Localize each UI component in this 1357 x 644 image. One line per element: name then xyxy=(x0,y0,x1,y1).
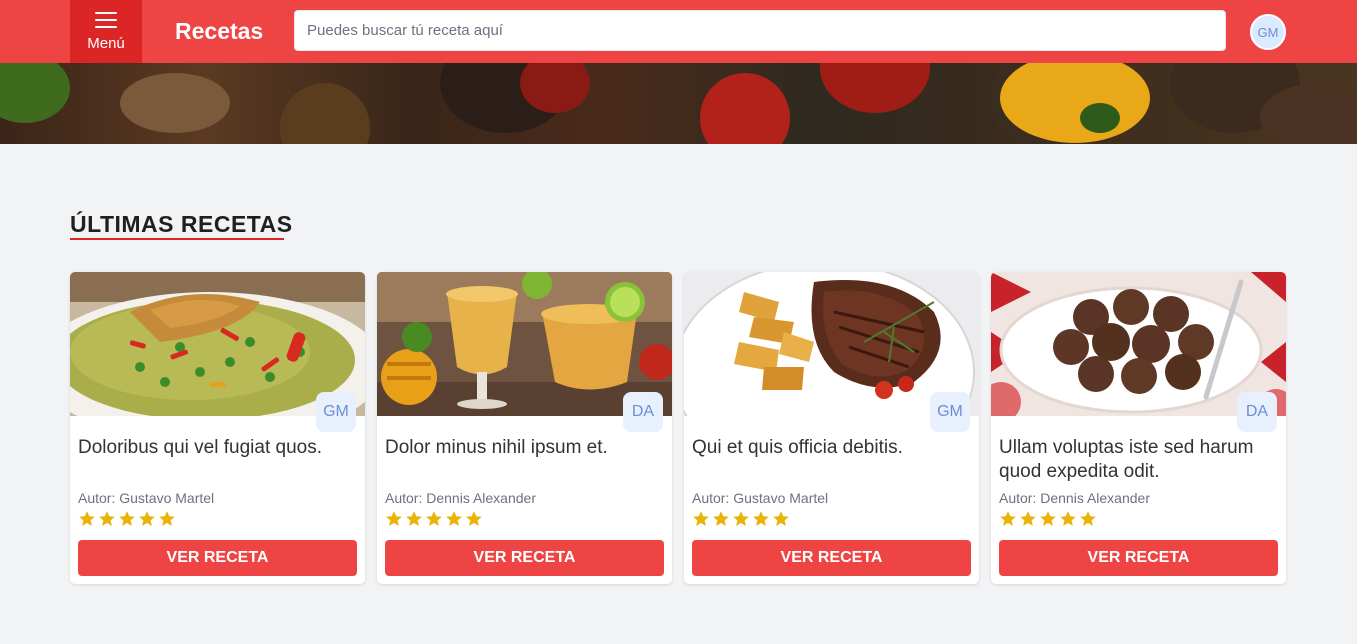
star-rating xyxy=(78,510,176,528)
star-icon xyxy=(693,511,709,526)
view-recipe-button[interactable]: VER RECETA xyxy=(385,540,664,576)
recipe-card: DA Ullam voluptas iste sed harum quod ex… xyxy=(991,272,1286,584)
recipe-title[interactable]: Doloribus qui vel fugiat quos. xyxy=(78,436,360,460)
star-icon xyxy=(1060,511,1076,526)
star-icon xyxy=(79,511,95,526)
section-title: ÚLTIMAS RECETAS xyxy=(70,211,293,237)
recipe-card: GM Qui et quis officia debitis. Autor: G… xyxy=(684,272,979,584)
star-icon xyxy=(1040,511,1056,526)
star-icon xyxy=(119,511,135,526)
recipe-title[interactable]: Dolor minus nihil ipsum et. xyxy=(385,436,667,460)
star-icon xyxy=(159,511,175,526)
recipe-author: Autor: Gustavo Martel xyxy=(78,490,215,506)
star-icon xyxy=(446,511,462,526)
star-rating xyxy=(692,510,790,528)
recipe-title[interactable]: Ullam voluptas iste sed harum quod exped… xyxy=(999,436,1281,484)
recipe-author: Autor: Gustavo Martel xyxy=(692,490,829,506)
search-input[interactable] xyxy=(294,10,1226,51)
recipe-card: GM Doloribus qui vel fugiat quos. Autor:… xyxy=(70,272,365,584)
hero-banner-image xyxy=(0,63,1357,144)
star-icon xyxy=(386,511,402,526)
star-rating xyxy=(385,510,483,528)
view-recipe-button[interactable]: VER RECETA xyxy=(999,540,1278,576)
recipe-author: Autor: Dennis Alexander xyxy=(999,490,1150,506)
brand-title[interactable]: Recetas xyxy=(175,16,263,46)
menu-button[interactable]: Menú xyxy=(70,0,142,63)
star-icon xyxy=(466,511,482,526)
top-navbar: Menú Recetas GM xyxy=(0,0,1357,63)
section-title-underline xyxy=(70,238,284,240)
star-icon xyxy=(733,511,749,526)
star-icon xyxy=(426,511,442,526)
star-icon xyxy=(773,511,789,526)
author-avatar-badge[interactable]: GM xyxy=(930,392,970,432)
user-avatar[interactable]: GM xyxy=(1250,14,1286,50)
star-icon xyxy=(753,511,769,526)
star-icon xyxy=(1020,511,1036,526)
star-rating xyxy=(999,510,1097,528)
star-icon xyxy=(1080,511,1096,526)
recipe-card: DA Dolor minus nihil ipsum et. Autor: De… xyxy=(377,272,672,584)
author-avatar-badge[interactable]: DA xyxy=(623,392,663,432)
star-icon xyxy=(406,511,422,526)
menu-label: Menú xyxy=(87,34,125,52)
author-avatar-badge[interactable]: DA xyxy=(1237,392,1277,432)
hamburger-icon xyxy=(95,11,117,28)
star-icon xyxy=(713,511,729,526)
recipe-author: Autor: Dennis Alexander xyxy=(385,490,536,506)
star-icon xyxy=(99,511,115,526)
star-icon xyxy=(1000,511,1016,526)
recipe-title[interactable]: Qui et quis officia debitis. xyxy=(692,436,974,460)
view-recipe-button[interactable]: VER RECETA xyxy=(78,540,357,576)
star-icon xyxy=(139,511,155,526)
author-avatar-badge[interactable]: GM xyxy=(316,392,356,432)
view-recipe-button[interactable]: VER RECETA xyxy=(692,540,971,576)
